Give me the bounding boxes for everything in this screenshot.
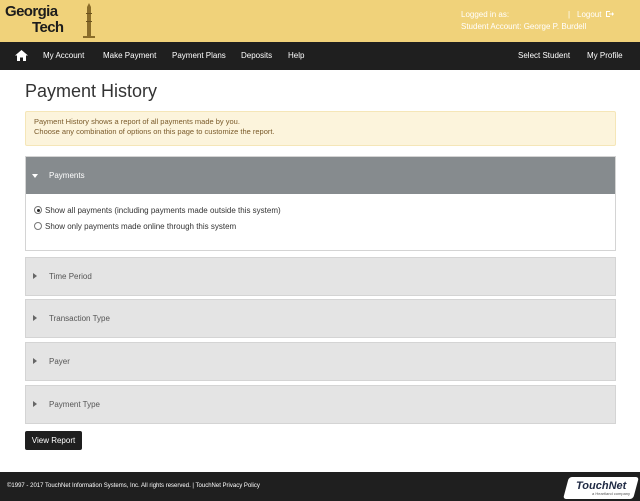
collapsed-arrow-icon	[33, 273, 37, 279]
payment-type-section[interactable]: Payment Type	[25, 385, 616, 424]
time-period-section[interactable]: Time Period	[25, 257, 616, 296]
collapsed-arrow-icon	[33, 401, 37, 407]
payments-section-header[interactable]: Payments	[26, 157, 615, 194]
nav-my-account[interactable]: My Account	[43, 51, 84, 61]
nav-make-payment[interactable]: Make Payment	[103, 51, 156, 61]
georgia-tech-logo[interactable]: Georgia Tech	[5, 3, 95, 39]
nav-payment-plans[interactable]: Payment Plans	[172, 51, 226, 61]
logout-icon[interactable]	[606, 10, 614, 18]
tech-tower-icon	[83, 3, 95, 38]
logged-in-label: Logged in as:	[461, 10, 510, 19]
home-icon[interactable]	[15, 50, 28, 61]
transaction-type-label: Transaction Type	[49, 314, 110, 323]
time-period-label: Time Period	[49, 272, 92, 281]
radio-all-payments[interactable]	[34, 206, 42, 214]
payer-label: Payer	[49, 357, 70, 366]
nav-my-profile[interactable]: My Profile	[587, 51, 623, 61]
nav-help[interactable]: Help	[288, 51, 304, 61]
payment-type-section-header[interactable]: Payment Type	[26, 386, 615, 423]
nav-select-student[interactable]: Select Student	[518, 51, 570, 61]
radio-online-payments-label: Show only payments made online through t…	[45, 222, 237, 231]
expanded-arrow-icon	[32, 174, 38, 178]
main-nav: My Account Make Payment Payment Plans De…	[0, 42, 640, 70]
notice-line-1: Payment History shows a report of all pa…	[34, 117, 240, 126]
transaction-type-section-header[interactable]: Transaction Type	[26, 300, 615, 337]
touchnet-logo-subtext: a Heartland company	[592, 491, 631, 496]
header-bar: Georgia Tech Logged in as: | Logout Stud…	[0, 0, 640, 42]
radio-online-payments[interactable]	[34, 222, 42, 230]
logo-text-georgia: Georgia	[5, 3, 58, 20]
transaction-type-section[interactable]: Transaction Type	[25, 299, 616, 338]
time-period-section-header[interactable]: Time Period	[26, 258, 615, 295]
collapsed-arrow-icon	[33, 315, 37, 321]
info-notice: Payment History shows a report of all pa…	[25, 111, 616, 146]
footer-copyright[interactable]: ©1997 - 2017 TouchNet Information System…	[7, 482, 260, 490]
page-title: Payment History	[25, 81, 158, 101]
payer-section[interactable]: Payer	[25, 342, 616, 381]
payer-section-header[interactable]: Payer	[26, 343, 615, 380]
payments-section-label: Payments	[49, 171, 85, 180]
nav-deposits[interactable]: Deposits	[241, 51, 272, 61]
radio-all-payments-label: Show all payments (including payments ma…	[45, 206, 281, 215]
logout-link[interactable]: Logout	[577, 9, 601, 20]
touchnet-logo[interactable]: TouchNet a Heartland company	[563, 477, 639, 499]
student-account-label: Student Account: George P. Burdell	[461, 22, 587, 31]
collapsed-arrow-icon	[33, 358, 37, 364]
notice-line-2: Choose any combination of options on thi…	[34, 127, 275, 136]
view-report-button[interactable]: View Report	[25, 431, 82, 450]
header-separator: |	[568, 10, 571, 19]
payment-type-label: Payment Type	[49, 400, 100, 409]
payments-section-body: Show all payments (including payments ma…	[26, 194, 615, 250]
footer: ©1997 - 2017 TouchNet Information System…	[0, 472, 640, 501]
payments-section: Payments Show all payments (including pa…	[25, 156, 616, 251]
user-info: Logged in as: | Logout Student Account: …	[460, 9, 630, 35]
logo-text-tech: Tech	[32, 19, 64, 36]
